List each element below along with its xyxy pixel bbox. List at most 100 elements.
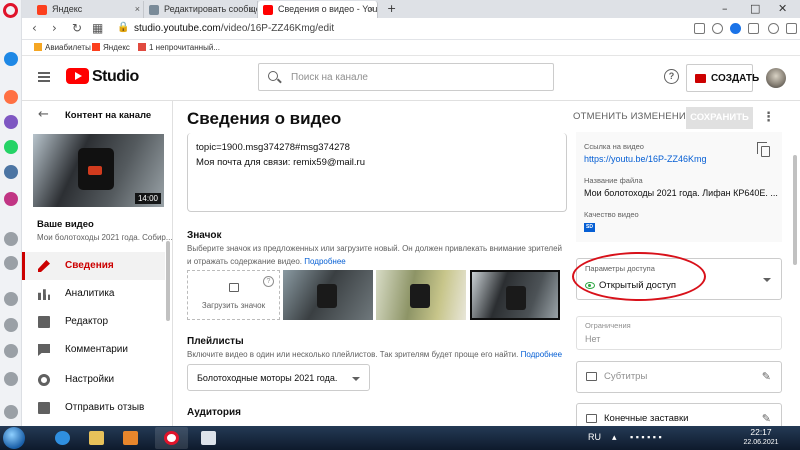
clock[interactable]: 22:17 22.06.2021: [737, 427, 785, 448]
bookmark-mail[interactable]: 1 непрочитанный...: [138, 43, 220, 52]
bookmark-label: Яндекс: [103, 43, 130, 52]
reload-icon[interactable]: ↻: [72, 21, 82, 35]
video-thumbnail[interactable]: 14:00: [33, 134, 164, 207]
help-icon[interactable]: ?: [664, 69, 679, 84]
hamburger-menu-icon[interactable]: [38, 72, 50, 82]
back-icon[interactable]: ‹: [32, 21, 37, 35]
download-icon[interactable]: [768, 23, 779, 34]
subtitles-label: Субтитры: [604, 371, 648, 382]
bookmark-heart-icon[interactable]: [748, 23, 759, 34]
url-field[interactable]: studio.youtube.com/video/16P-ZZ46Kmg/edi…: [134, 23, 334, 34]
page-scrollbar[interactable]: [793, 155, 797, 265]
video-camera-icon: [695, 74, 706, 83]
taskbar-ie[interactable]: [46, 427, 79, 449]
internet-explorer-icon: [55, 431, 70, 445]
instagram-icon[interactable]: [4, 192, 18, 206]
bookmark-label: Авиабилеты: [45, 43, 91, 52]
restrictions-value: Нет: [585, 334, 601, 344]
thumbnail-option-2[interactable]: [376, 270, 466, 320]
thumbnail-section-title: Значок: [187, 230, 222, 241]
nav-item-details[interactable]: Сведения: [22, 252, 165, 280]
tab-youtube-studio[interactable]: Сведения о видео - YouTube ×: [258, 1, 378, 18]
taskbar-media-player[interactable]: [114, 427, 147, 449]
copy-icon[interactable]: [757, 142, 770, 157]
windows-start-icon[interactable]: [3, 427, 25, 449]
create-button[interactable]: СОЗДАТЬ: [686, 64, 759, 92]
nav-item-editor[interactable]: Редактор: [22, 308, 165, 336]
comment-icon: [38, 344, 50, 356]
taskbar-explorer[interactable]: [80, 427, 113, 449]
more-options-icon[interactable]: ⋮: [762, 110, 775, 125]
nav-scrollbar[interactable]: [166, 241, 170, 321]
maximize-icon[interactable]: □: [750, 2, 760, 15]
thumbnail-more-link[interactable]: Подробнее: [304, 257, 346, 266]
menu-icon[interactable]: [786, 23, 797, 34]
close-tab-icon[interactable]: ×: [249, 1, 254, 18]
taskbar-calendar[interactable]: [192, 427, 225, 449]
tray-arrow-icon[interactable]: ▴: [612, 432, 617, 443]
undo-changes-button[interactable]: ОТМЕНИТЬ ИЗМЕНЕНИЯ: [573, 111, 693, 122]
vk-icon[interactable]: [4, 165, 18, 179]
forward-icon[interactable]: ›: [52, 21, 57, 35]
video-link[interactable]: https://youtu.be/16P-ZZ46Kmg: [584, 154, 707, 164]
opera-icon: [164, 431, 179, 445]
edit-pencil-icon[interactable]: ✎: [762, 370, 771, 383]
tray-icons[interactable]: ▪ ▪ ▪ ▪ ▪ ▪: [630, 432, 662, 442]
taskbar-opera[interactable]: [155, 427, 188, 449]
studio-left-nav: ← Контент на канале 14:00 Ваше видео Мои…: [22, 101, 173, 426]
description-textarea[interactable]: topic=1900.msg374278#msg374278 Моя почта…: [187, 133, 567, 212]
whatsapp-icon[interactable]: [4, 140, 18, 154]
minimize-icon[interactable]: –: [722, 2, 728, 15]
bookmark-yandex[interactable]: Яндекс: [92, 43, 130, 52]
bookmark-aviabilety[interactable]: Авиабилеты: [34, 43, 91, 52]
file-name-value: Мои болотоходы 2021 года. Лифан КР640Е. …: [584, 188, 778, 198]
opera-logo-icon[interactable]: [3, 3, 18, 18]
playlists-more-link[interactable]: Подробнее: [521, 350, 563, 359]
shield-icon[interactable]: [712, 23, 723, 34]
upload-help-icon[interactable]: ?: [263, 276, 274, 287]
messenger-icon[interactable]: [4, 90, 18, 104]
history-icon[interactable]: [4, 318, 18, 332]
nav-item-analytics[interactable]: Аналитика: [22, 280, 165, 308]
playlists-section-title: Плейлисты: [187, 336, 244, 347]
upload-thumbnail-button[interactable]: ? Загрузить значок: [187, 270, 280, 320]
lightbulb-icon[interactable]: [4, 372, 18, 386]
tab-forum[interactable]: Редактировать сообщение ×: [144, 1, 258, 18]
language-indicator[interactable]: RU: [588, 432, 601, 442]
edit-pencil-icon[interactable]: ✎: [762, 412, 771, 425]
vpn-icon[interactable]: [730, 23, 741, 34]
lock-icon[interactable]: 🔒: [117, 22, 129, 33]
thumbnail-option-1[interactable]: [283, 270, 373, 320]
new-tab-icon[interactable]: +: [387, 2, 396, 15]
thumbnail-option-3-selected[interactable]: [470, 270, 560, 320]
speed-dial-grid-icon[interactable]: ▦: [92, 21, 103, 35]
nav-item-settings[interactable]: Настройки: [22, 366, 165, 394]
close-window-icon[interactable]: ✕: [778, 2, 787, 15]
more-dots-icon[interactable]: [4, 405, 18, 419]
save-button[interactable]: СОХРАНИТЬ: [686, 107, 753, 129]
tab-yandex[interactable]: Яндекс ×: [32, 1, 144, 18]
close-tab-icon[interactable]: ×: [369, 1, 374, 18]
nav-label: Аналитика: [65, 288, 115, 299]
heart-icon[interactable]: [4, 292, 18, 306]
youtube-logo-icon[interactable]: [66, 68, 89, 84]
close-tab-icon[interactable]: ×: [135, 1, 140, 18]
clock-date: 22.06.2021: [743, 439, 779, 446]
avatar[interactable]: [766, 68, 786, 88]
playlist-select[interactable]: Болотоходные моторы 2021 года.: [187, 364, 370, 391]
tab-title: Сведения о видео - YouTube: [278, 4, 378, 14]
your-video-label: Ваше видео: [37, 219, 94, 230]
back-arrow-icon[interactable]: ←: [38, 107, 49, 122]
facebook-messenger-icon[interactable]: [4, 115, 18, 129]
file-name-label: Название файла: [584, 176, 643, 185]
send-icon[interactable]: [4, 256, 18, 270]
camera-icon[interactable]: [694, 23, 705, 34]
studio-logo-text[interactable]: Studio: [92, 68, 139, 86]
nav-item-feedback[interactable]: Отправить отзыв: [22, 394, 165, 422]
channel-search-input[interactable]: Поиск на канале: [258, 63, 554, 91]
nav-item-comments[interactable]: Комментарии: [22, 336, 165, 364]
cube-icon[interactable]: [4, 344, 18, 358]
speed-dial-icon[interactable]: [4, 52, 18, 66]
subtitles-row[interactable]: Субтитры ✎: [576, 361, 782, 393]
player-icon[interactable]: [4, 232, 18, 246]
